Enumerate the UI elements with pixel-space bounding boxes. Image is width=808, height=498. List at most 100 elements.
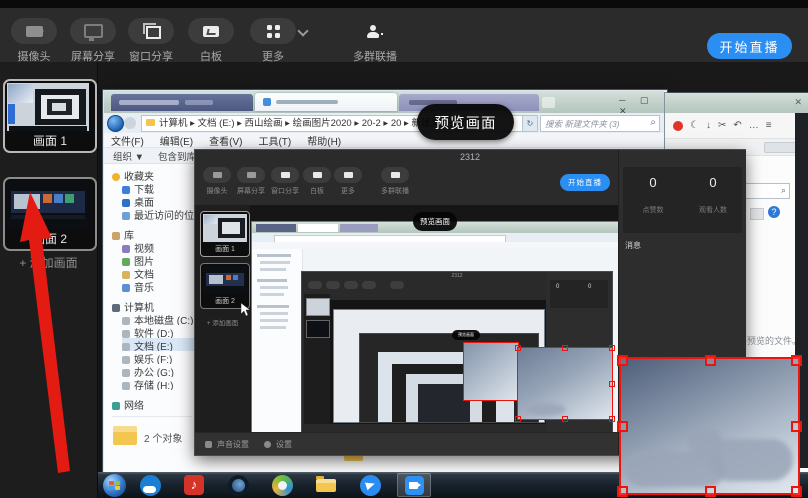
resize-handle[interactable] [705,355,716,366]
camera-feed-large[interactable] [619,357,800,495]
resize-handle[interactable] [617,421,628,432]
scene2-label: 画面 2 [5,230,95,247]
taskbar-file-explorer-icon [309,473,343,497]
taskbar-browser-blue-icon [133,473,167,497]
organize-button: 组织 ▼ [113,149,144,163]
scene-sidebar: 画面 1 画面 2 + 添加画面 [0,62,98,498]
nested-toolbar-label-more: 更多 [326,186,370,196]
multi-group-broadcast-button[interactable]: 多群联播 [346,16,404,62]
tree-network: 网络 [112,397,204,410]
camera-button[interactable]: 摄像头 [5,16,63,62]
screen-share-icon [84,24,103,38]
taskbar-netease-music-icon: ♪ [177,473,211,497]
taskbar-live-camera-app-icon [397,473,431,497]
object-count: 2 个对象 [144,430,182,445]
viewers-label: 观看人数 [683,205,743,215]
nested-scene-card-1: 画面 1 [200,211,250,257]
resize-handle[interactable] [617,355,628,366]
explorer-tree-pane: 收藏夹 下载 桌面 最近访问的位置 库 视频 图片 文档 音乐 计算机 本地磁盘… [104,164,197,473]
download-icon: ↓ [706,120,711,131]
preview-badge: 预览画面 [417,104,514,140]
mouse-cursor-icon [241,303,250,316]
resize-handle[interactable] [705,486,716,497]
taskbar-360-browser-icon [265,473,299,497]
nested-toolbar-label-multigroup: 多群联播 [373,186,417,196]
start-button [99,473,129,497]
viewers-value: 0 [683,175,743,190]
search-box: 搜索 新建文件夹 (3) ⌕ [540,115,660,132]
refresh-button: ↻ [522,115,538,132]
more-dots-icon: … [749,120,759,131]
resize-handle[interactable] [791,486,802,497]
tree-computer: 计算机 [112,299,204,312]
menu-tools: 工具(T) [258,133,291,148]
screen-share-button[interactable]: 屏幕分享 [64,16,122,62]
start-live-button[interactable]: 开始直播 [707,33,792,59]
search-icon: ⌕ [650,117,656,128]
back-button [107,115,124,132]
resize-handle[interactable] [609,381,615,387]
resize-handle[interactable] [617,486,628,497]
scene1-thumbnail [7,83,89,131]
nested-add-scene: + 添加画面 [195,317,250,327]
hamburger-icon: ≡ [766,120,772,131]
right-window-small-box [750,208,764,220]
explorer-tab-2-active [255,93,397,111]
resize-handle[interactable] [609,345,615,351]
whiteboard-button[interactable]: 白板 [182,16,240,62]
nested-sidebar: 画面 1 画面 2 + 添加画面 [195,205,250,432]
nested-stats-box: 0 0 点赞数 观看人数 [623,167,742,233]
explorer-menubar: 文件(F) 编辑(E) 查看(V) 工具(T) 帮助(H) [104,133,664,148]
search-placeholder: 搜索 新建文件夹 (3) [545,118,640,130]
more-button[interactable]: 更多 [244,16,302,62]
nested-footer: 声音设置 设置 [195,432,618,455]
forward-button [124,117,136,129]
likes-label: 点赞数 [623,205,683,215]
scene1-label: 画面 1 [5,132,95,149]
taskbar-paper-plane-icon [353,473,387,497]
right-window-titlebar: ✕ [665,93,808,113]
right-window-toolbar: ☾ ↓ ✂ ↶ … ≡ [665,113,808,139]
resize-handle[interactable] [515,345,521,351]
scissors-icon: ✂ [718,120,726,131]
resize-handle[interactable] [562,416,568,422]
gear-icon [264,441,271,448]
scene2-thumbnail [7,181,89,229]
tree-libraries: 库 [112,227,204,240]
explorer-tab-1 [111,94,253,111]
explorer-new-tab-button [542,97,555,108]
whiteboard-icon [203,26,219,37]
more-grid-icon [267,25,280,38]
nested-start-live-button: 开始直播 [560,174,610,191]
help-icon: ? [768,206,780,218]
settings-label: 设置 [276,439,292,450]
messages-title: 消息 [625,240,641,251]
resize-handle[interactable] [609,416,615,422]
menu-file: 文件(F) [111,133,144,148]
window-share-button[interactable]: 窗口分享 [122,16,180,62]
resize-handle[interactable] [515,416,521,422]
likes-value: 0 [623,175,683,190]
moon-icon: ☾ [690,120,699,131]
sound-icon [205,441,212,448]
scene-card-2[interactable]: 画面 2 [3,177,97,251]
camera-icon [26,26,43,37]
resize-handle[interactable] [791,421,802,432]
window-share-icon [146,26,161,39]
camera-feed-medium[interactable] [517,347,613,420]
sound-settings-label: 声音设置 [217,439,249,450]
add-scene-button[interactable]: + 添加画面 [0,254,97,271]
menu-help: 帮助(H) [307,133,341,148]
nested-scene1-label: 画面 1 [201,244,249,254]
taskbar-globe-browser-icon [221,473,255,497]
recursion-badge-2: 预览画面 [413,212,457,231]
resize-handle[interactable] [791,355,802,366]
camera-feed-small[interactable] [463,342,519,401]
scene-card-1[interactable]: 画面 1 [3,79,97,153]
explorer-addressbar: 计算机 ▸ 文档 (E:) ▸ 西山绘画 ▸ 绘画图片2020 ▸ 20-2 ▸… [104,113,664,133]
resize-handle[interactable] [562,345,568,351]
red-dot-icon [673,121,683,131]
main-toolbar: 摄像头 屏幕分享 窗口分享 白板 更多 多群联播 开始直播 [0,8,808,63]
chevron-down-icon [297,25,308,36]
multi-group-icon [367,25,383,38]
